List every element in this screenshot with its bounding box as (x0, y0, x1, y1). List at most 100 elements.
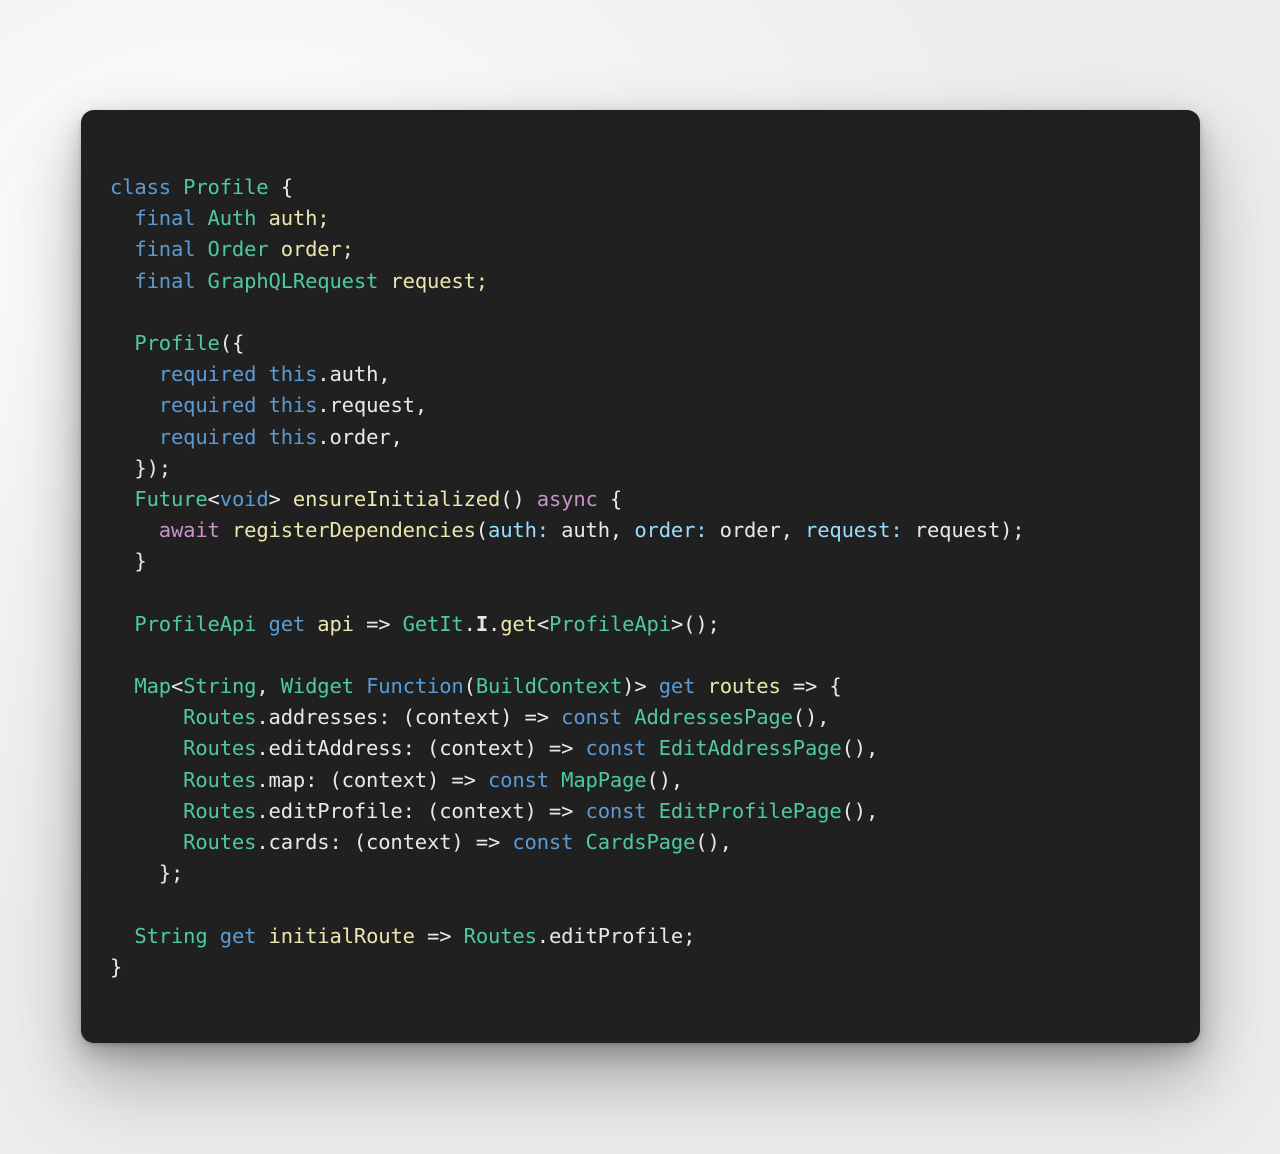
code-token: < (536, 611, 550, 636)
code-token: ProfileApi (549, 611, 671, 636)
code-token: { (597, 486, 623, 511)
code-token: . (463, 611, 476, 636)
code-token: Routes (183, 705, 257, 730)
code-line: Routes.editProfile: (context) => const E… (110, 796, 1200, 827)
code-token: final (134, 206, 208, 231)
code-token: await (158, 518, 220, 543)
code-token: Profile (134, 330, 220, 355)
code-token: ( (475, 518, 488, 543)
code-token: GetIt (402, 611, 464, 636)
code-token: Auth (207, 206, 257, 231)
code-token: class (110, 175, 184, 199)
code-token: Profile (183, 175, 269, 199)
code-token: required (158, 362, 269, 387)
code-token: Map (134, 674, 171, 698)
code-token: EditProfilePage (658, 798, 842, 823)
code-line: } (110, 546, 1200, 577)
code-token: CardsPage (585, 829, 696, 854)
code-token: order; (280, 237, 354, 262)
code-token: EditAddressPage (658, 736, 842, 761)
code-token: }); (110, 455, 171, 480)
code-token: (), (841, 736, 879, 761)
code-token: (), (695, 829, 732, 854)
code-token: Function (366, 674, 464, 698)
code-line: String get initialRoute => Routes.editPr… (110, 921, 1200, 952)
code-token: .editAddress: (context) => (256, 736, 586, 761)
code-token: Routes (183, 736, 257, 761)
code-token: .editProfile; (536, 923, 696, 948)
code-token: final (134, 237, 208, 262)
code-line: await registerDependencies(auth: auth, o… (110, 515, 1200, 546)
code-token: < (207, 486, 220, 511)
code-token: .order, (317, 424, 403, 449)
code-token: Routes (463, 923, 537, 948)
code-token: String (134, 923, 208, 948)
code-token: } (110, 954, 123, 979)
code-token: (), (646, 767, 684, 792)
code-token: , (256, 674, 281, 698)
code-line: Profile({ (110, 328, 1200, 359)
code-token: const (512, 829, 574, 854)
code-token: const (487, 767, 549, 792)
code-token: >(); (670, 611, 720, 636)
code-token: required (158, 393, 269, 418)
code-token: Future (134, 486, 208, 511)
code-token: this (268, 393, 318, 418)
code-token: ({ (219, 330, 245, 355)
code-token: )> (622, 674, 659, 698)
code-line: Routes.addresses: (context) => const Add… (110, 702, 1200, 733)
code-token: .map: (context) => (256, 767, 488, 792)
code-token: { (268, 175, 293, 199)
code-line: required this.auth, (110, 359, 1200, 390)
code-token: order: (634, 518, 708, 543)
code-token: routes (707, 674, 781, 698)
code-token: Order (207, 237, 269, 262)
code-line: ProfileApi get api => GetIt.I.get<Profil… (110, 609, 1200, 640)
code-token: AddressesPage (634, 705, 793, 730)
code-token: void (219, 486, 269, 511)
code-token: initialRoute (268, 923, 415, 948)
code-line: }); (110, 453, 1200, 484)
code-token: this (268, 424, 318, 449)
code-line: }; (110, 858, 1200, 889)
code-token: .editProfile: (context) => (256, 798, 586, 823)
code-snippet-card: class Profile { final Auth auth; final O… (81, 110, 1200, 1043)
code-token: request: (805, 518, 903, 543)
code-token: Routes (183, 798, 257, 823)
code-token: . (488, 611, 501, 636)
code-token: ensureInitialized (292, 486, 501, 511)
code-token: get (500, 611, 537, 636)
code-token: Widget (280, 674, 354, 698)
code-token: < (170, 674, 184, 698)
code-token: => { (780, 674, 842, 698)
code-token: required (158, 424, 269, 449)
code-block: class Profile { final Auth auth; final O… (110, 172, 1200, 983)
code-token: } (110, 549, 147, 574)
code-token: final (134, 268, 208, 293)
code-token: const (585, 736, 647, 761)
code-token: auth: (488, 518, 549, 543)
code-line: final Auth auth; (110, 203, 1200, 234)
code-token: }; (110, 861, 184, 886)
code-token: (), (792, 705, 830, 730)
code-token: get (268, 611, 306, 636)
